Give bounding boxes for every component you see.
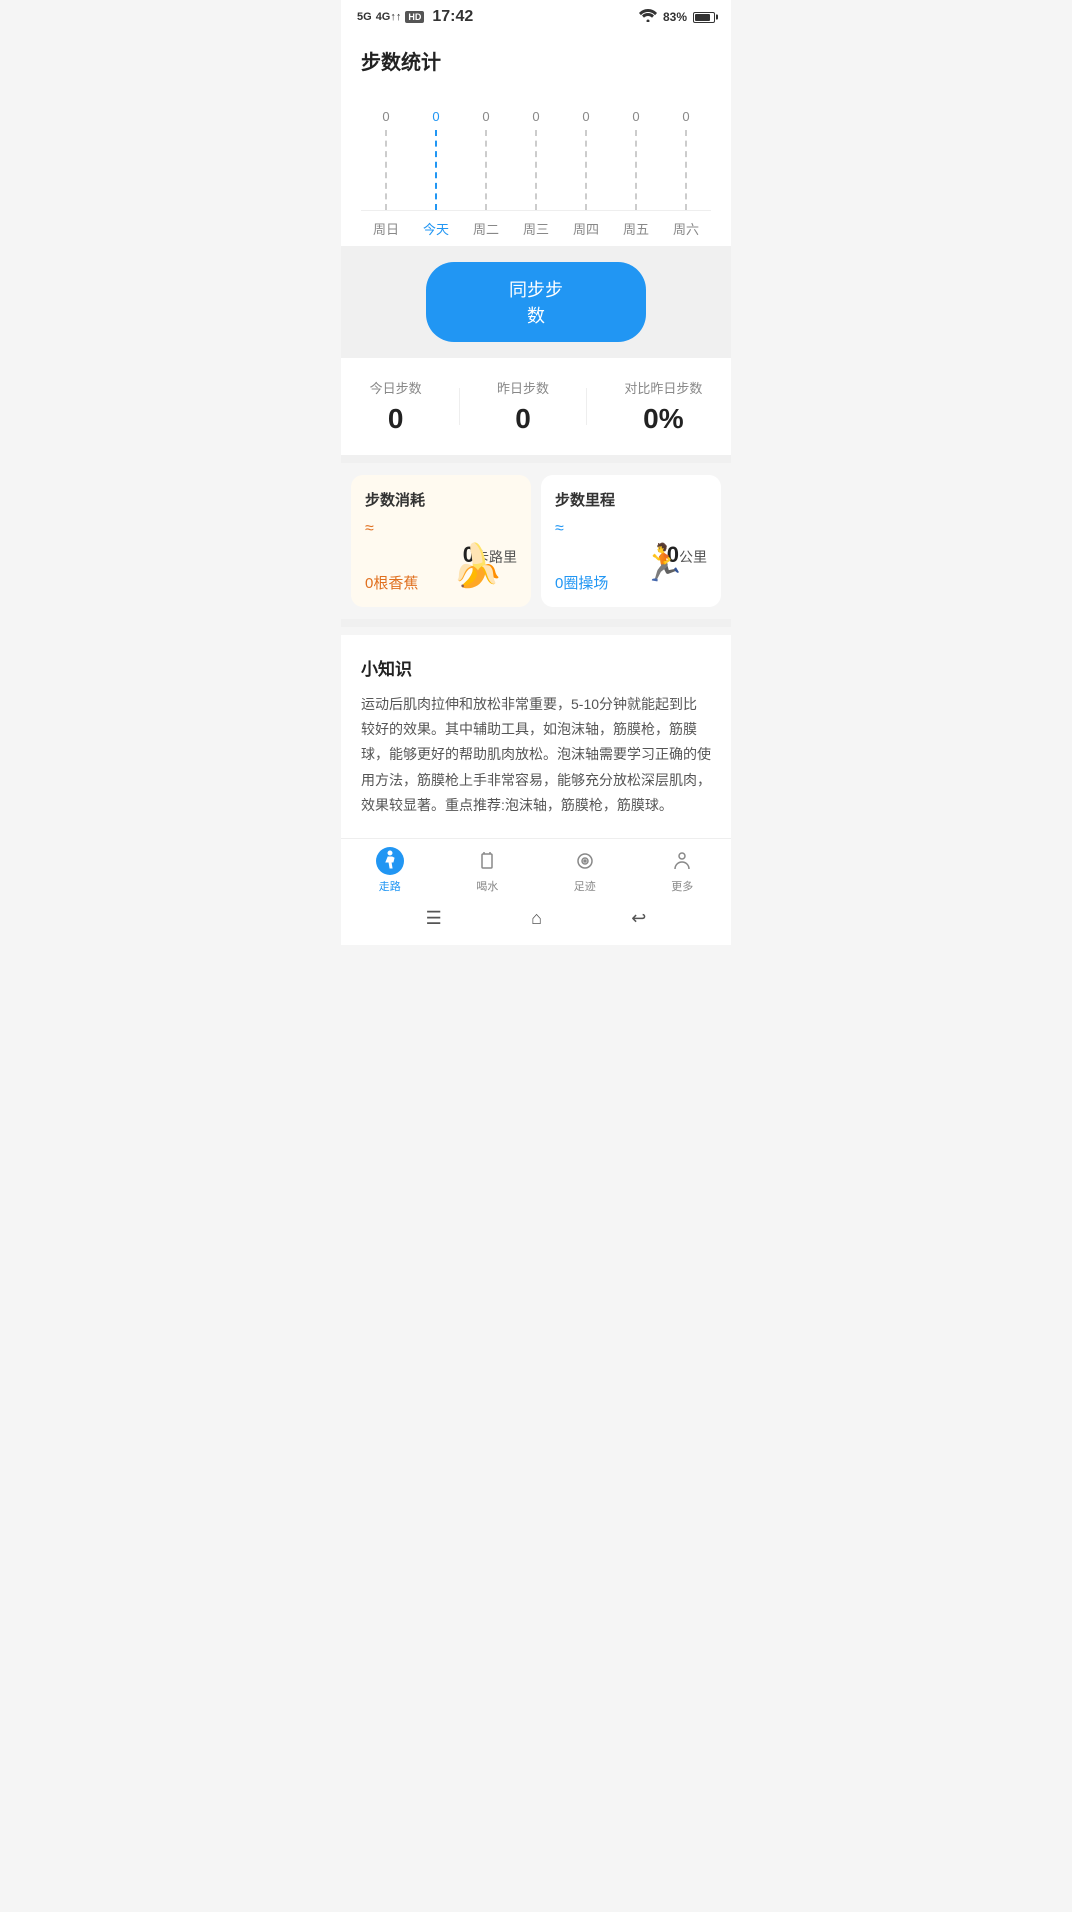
bar-item-1 [435,130,438,210]
banana-icon-area: 🍌 [451,542,521,597]
nav-item-walk[interactable]: 走路 [341,847,439,894]
calorie-title: 步数消耗 [365,489,517,510]
runner-icon: 🏃 [641,542,686,583]
bar-value-1: 0 [432,109,439,124]
sync-section: 同步步数 [341,246,731,358]
distance-approx: ≈ [555,520,707,538]
distance-card: 步数里程 ≈ 0公里 0圈操场 🏃 [541,475,721,607]
chart-label-1: 今天 [411,219,461,238]
bar-value-4: 0 [582,109,589,124]
nav-item-more[interactable]: 更多 [634,847,732,894]
chart-area: 0 0 0 0 0 0 0 周日今天周二周三周四周五周六 [361,91,711,246]
system-nav: ☰ ⌂ ↩ [341,898,731,945]
today-label: 今日步数 [370,378,422,397]
battery-icon [693,12,715,23]
chart-label-6: 周六 [661,219,711,238]
banana-icon: 🍌 [451,542,503,589]
water-label: 喝水 [476,878,498,894]
bar-col-0[interactable]: 0 [361,109,411,210]
runner-icon-area: 🏃 [641,542,711,597]
bar-col-3[interactable]: 0 [511,109,561,210]
bar-value-6: 0 [682,109,689,124]
separator-2 [341,619,731,627]
today-steps: 今日步数 0 [370,378,422,435]
battery-percent: 83% [663,10,687,24]
bar-value-0: 0 [382,109,389,124]
today-value: 0 [388,403,404,435]
bar-value-3: 0 [532,109,539,124]
main-content: 步数统计 0 0 0 0 0 0 0 周日今天周二周三周四周五周六 [341,30,731,246]
footprint-icon [571,847,599,875]
distance-title: 步数里程 [555,489,707,510]
bar-col-5[interactable]: 0 [611,109,661,210]
bar-item-0 [385,130,388,210]
knowledge-text: 运动后肌肉拉伸和放松非常重要，5-10分钟就能起到比较好的效果。其中辅助工具，如… [361,692,711,818]
yesterday-steps: 昨日步数 0 [497,378,549,435]
cards-section: 步数消耗 ≈ 0卡路里 0根香蕉 🍌 步数里程 ≈ 0公里 0圈操场 🏃 [341,463,731,619]
calorie-card: 步数消耗 ≈ 0卡路里 0根香蕉 🍌 [351,475,531,607]
compare-label: 对比昨日步数 [624,378,702,397]
bar-item-5 [635,130,638,210]
status-left: 5G 4G↑↑ HD 17:42 [357,8,473,26]
bar-col-4[interactable]: 0 [561,109,611,210]
chart-label-0: 周日 [361,219,411,238]
chart-labels: 周日今天周二周三周四周五周六 [361,211,711,246]
chart-label-2: 周二 [461,219,511,238]
stats-row: 今日步数 0 昨日步数 0 对比昨日步数 0% [341,358,731,455]
status-bar: 5G 4G↑↑ HD 17:42 83% [341,0,731,30]
page-title: 步数统计 [361,46,711,75]
compare-steps: 对比昨日步数 0% [624,378,702,435]
bar-value-5: 0 [632,109,639,124]
more-icon [668,847,696,875]
signal-4g: 4G↑↑ [376,11,402,23]
chart-label-4: 周四 [561,219,611,238]
chart-bars: 0 0 0 0 0 0 0 [361,91,711,211]
bar-col-6[interactable]: 0 [661,109,711,210]
bar-item-3 [535,130,538,210]
home-icon[interactable]: ⌂ [531,908,542,929]
signal-5g: 5G [357,11,372,23]
water-icon [473,847,501,875]
bar-value-2: 0 [482,109,489,124]
status-right: 83% [639,9,715,25]
divider-2 [586,388,587,425]
footprint-label: 足迹 [574,878,596,894]
bar-col-2[interactable]: 0 [461,109,511,210]
compare-value: 0% [643,403,683,435]
knowledge-title: 小知识 [361,655,711,680]
yesterday-value: 0 [515,403,531,435]
bar-col-1[interactable]: 0 [411,109,461,210]
bar-item-6 [685,130,688,210]
nav-item-water[interactable]: 喝水 [439,847,537,894]
wifi-icon [639,9,657,25]
separator-1 [341,455,731,463]
hd-badge: HD [405,11,424,23]
nav-item-footprint[interactable]: 足迹 [536,847,634,894]
yesterday-label: 昨日步数 [497,378,549,397]
chart-label-3: 周三 [511,219,561,238]
menu-icon[interactable]: ☰ [426,908,442,929]
divider-1 [459,388,460,425]
walk-icon [376,847,404,875]
bar-item-2 [485,130,488,210]
time-display: 17:42 [432,8,473,26]
bar-item-4 [585,130,588,210]
sync-button[interactable]: 同步步数 [426,262,646,342]
calorie-approx: ≈ [365,520,517,538]
back-icon[interactable]: ↩ [631,908,646,929]
walk-label: 走路 [379,878,401,894]
more-label: 更多 [671,878,693,894]
bottom-nav: 走路 喝水 足迹 更多 [341,838,731,898]
chart-label-5: 周五 [611,219,661,238]
knowledge-section: 小知识 运动后肌肉拉伸和放松非常重要，5-10分钟就能起到比较好的效果。其中辅助… [341,635,731,838]
